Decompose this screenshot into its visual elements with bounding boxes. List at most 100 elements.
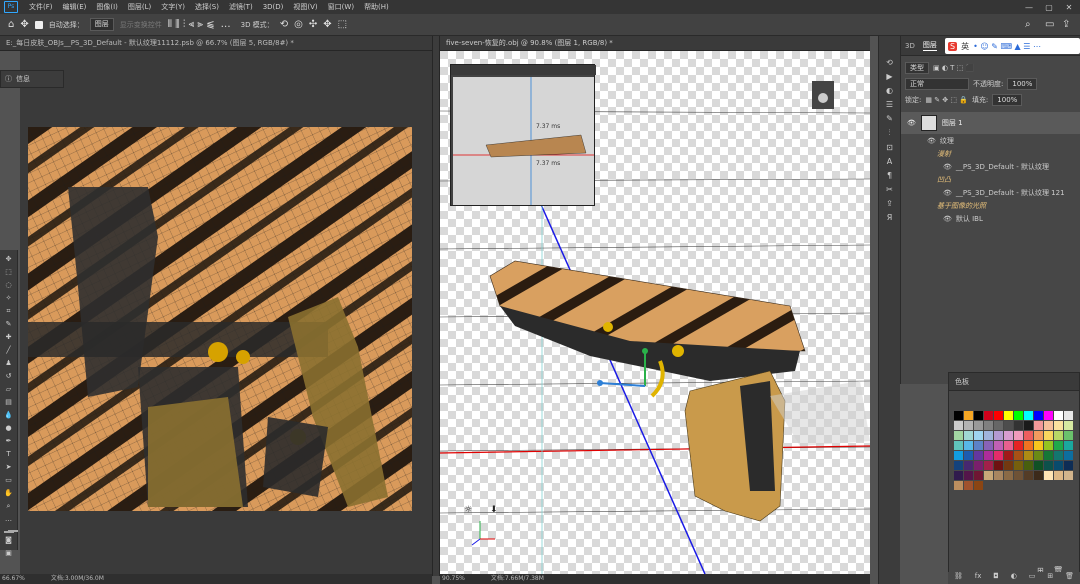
align-icons[interactable]: ⫴ ⫼ ⫶ ⫷ ⫸ ⫹ — [168, 19, 215, 30]
left-document-tab[interactable]: E:_每日皮肤_OBJs__PS_3D_Default - 默认纹理11112.… — [0, 36, 432, 51]
eyedropper-icon[interactable]: ✎ — [3, 319, 15, 329]
zoom-icon[interactable]: ⌕ — [3, 501, 15, 511]
history-icon[interactable]: ⟲ — [883, 58, 897, 67]
color-swatch[interactable] — [1064, 461, 1073, 470]
more-tools-icon[interactable]: … — [3, 514, 15, 524]
auto-select-dropdown[interactable]: 图层 — [89, 18, 114, 31]
color-swatch[interactable] — [964, 461, 973, 470]
color-swatch[interactable] — [1024, 471, 1033, 480]
color-swatch[interactable] — [984, 461, 993, 470]
lasso-icon[interactable]: ◌ — [3, 280, 15, 290]
home-icon[interactable]: ⌂ — [8, 19, 14, 30]
visibility-eye-icon[interactable]: 👁 — [907, 119, 916, 127]
right-zoom-value[interactable]: 90.75% — [442, 575, 465, 582]
layer-filter-dropdown[interactable]: 类型 — [905, 62, 929, 74]
bump-texture-row[interactable]: 👁 __PS_3D_Default - 默认纹理 121 — [901, 186, 1080, 199]
color-swatch[interactable] — [1044, 431, 1053, 440]
maximize-button[interactable]: ▢ — [1040, 0, 1058, 14]
color-swatch[interactable] — [1004, 421, 1013, 430]
3d-roll-icon[interactable]: ◎ — [294, 19, 303, 30]
color-swatch[interactable] — [954, 421, 963, 430]
ime-icons[interactable]: • ☺ ✎ ⌨ ▲ ☰ ⋯ — [973, 42, 1041, 51]
visibility-eye-icon[interactable]: 👁 — [943, 189, 952, 197]
adjust-icon[interactable]: ◐ — [883, 86, 897, 95]
color-swatch[interactable] — [1034, 441, 1043, 450]
color-swatch[interactable] — [1054, 451, 1063, 460]
visibility-eye-icon[interactable]: 👁 — [927, 137, 936, 145]
diffuse-texture-name[interactable]: __PS_3D_Default - 默认纹理 — [956, 162, 1049, 172]
3d-slide-icon[interactable]: ✥ — [323, 19, 331, 30]
color-swatch[interactable] — [1064, 441, 1073, 450]
background-color-swatch[interactable] — [7, 530, 18, 532]
properties-icon[interactable]: ☰ — [883, 100, 897, 109]
menu-help[interactable]: 帮助(H) — [359, 2, 394, 12]
opacity-input[interactable]: 100% — [1007, 78, 1038, 90]
menu-type[interactable]: 文字(Y) — [156, 2, 190, 12]
color-swatch[interactable] — [1014, 471, 1023, 480]
clone-source-icon[interactable]: ⊡ — [883, 143, 897, 152]
fill-input[interactable]: 100% — [992, 94, 1023, 106]
ibl-row[interactable]: 👁 默认 IBL — [901, 212, 1080, 225]
color-swatch[interactable] — [974, 471, 983, 480]
color-swatch[interactable] — [974, 421, 983, 430]
secondary-view-panel[interactable]: 7.37 ms 7.37 ms — [450, 64, 596, 206]
visibility-eye-icon[interactable]: 👁 — [943, 215, 952, 223]
3d-rotate-icon[interactable]: ⟲ — [280, 19, 288, 30]
color-swatch[interactable] — [974, 481, 983, 490]
minimize-button[interactable]: — — [1020, 0, 1038, 14]
color-swatch[interactable] — [964, 471, 973, 480]
info-panel[interactable]: ⓘ 信息 — [0, 70, 64, 88]
character-icon[interactable]: A — [883, 157, 897, 166]
move-tool-icon[interactable]: ✥ — [20, 19, 28, 30]
tab-layers[interactable]: 图层 — [922, 40, 937, 51]
color-swatch[interactable] — [1034, 431, 1043, 440]
color-swatch[interactable] — [1064, 411, 1073, 420]
color-swatch[interactable] — [994, 411, 1003, 420]
color-swatch[interactable] — [994, 441, 1003, 450]
menu-edit[interactable]: 编辑(E) — [58, 2, 92, 12]
color-swatch[interactable] — [1044, 471, 1053, 480]
color-swatch[interactable] — [1044, 411, 1053, 420]
color-swatch[interactable] — [984, 421, 993, 430]
menu-layer[interactable]: 图层(L) — [123, 2, 156, 12]
color-swatch[interactable] — [1024, 441, 1033, 450]
screen-mode-icon[interactable]: ▣ — [3, 548, 15, 558]
stamp-icon[interactable]: ♟ — [3, 358, 15, 368]
color-swatch[interactable] — [994, 451, 1003, 460]
close-button[interactable]: ✕ — [1060, 0, 1078, 14]
ime-language[interactable]: 英 — [961, 41, 969, 52]
shape-icon[interactable]: ▭ — [3, 475, 15, 485]
color-swatch[interactable] — [1064, 471, 1073, 480]
color-swatch[interactable] — [994, 421, 1003, 430]
color-swatch[interactable] — [1014, 431, 1023, 440]
panel-splitter[interactable] — [432, 36, 440, 576]
color-swatch[interactable] — [964, 431, 973, 440]
color-swatch[interactable] — [974, 451, 983, 460]
color-swatch[interactable] — [1024, 421, 1033, 430]
share-icon[interactable]: ⇪ — [1062, 19, 1070, 30]
show-transform-label[interactable]: 显示变换控件 — [120, 20, 162, 30]
color-swatch[interactable] — [1044, 421, 1053, 430]
color-swatch[interactable] — [1034, 421, 1043, 430]
camera-view-icon[interactable] — [818, 93, 828, 103]
layer-row[interactable]: 👁 图层 1 — [901, 112, 1080, 134]
color-swatch[interactable] — [994, 471, 1003, 480]
color-swatch[interactable] — [1054, 471, 1063, 480]
menu-file[interactable]: 文件(F) — [24, 2, 58, 12]
healing-icon[interactable]: ✚ — [3, 332, 15, 342]
move-icon[interactable]: ✥ — [3, 254, 15, 264]
blend-mode-dropdown[interactable]: 正常 — [905, 78, 969, 90]
3d-pan-icon[interactable]: ✣ — [309, 19, 317, 30]
color-swatch[interactable] — [1024, 431, 1033, 440]
auto-select-checkbox[interactable] — [34, 20, 43, 29]
adjustment-layer-icon[interactable]: ◐ — [1011, 572, 1017, 584]
quick-mask-icon[interactable]: ◙ — [3, 535, 15, 545]
ime-toolbar[interactable]: S 英 • ☺ ✎ ⌨ ▲ ☰ ⋯ — [945, 38, 1080, 54]
color-swatch[interactable] — [984, 451, 993, 460]
lock-icons[interactable]: ▦ ✎ ✥ ⬚ 🔒 — [925, 96, 968, 104]
link-layers-icon[interactable]: ⛓ — [954, 572, 963, 584]
color-swatch[interactable] — [964, 481, 973, 490]
color-swatch[interactable] — [954, 451, 963, 460]
color-swatch[interactable] — [1044, 451, 1053, 460]
menu-image[interactable]: 图像(I) — [91, 2, 123, 12]
